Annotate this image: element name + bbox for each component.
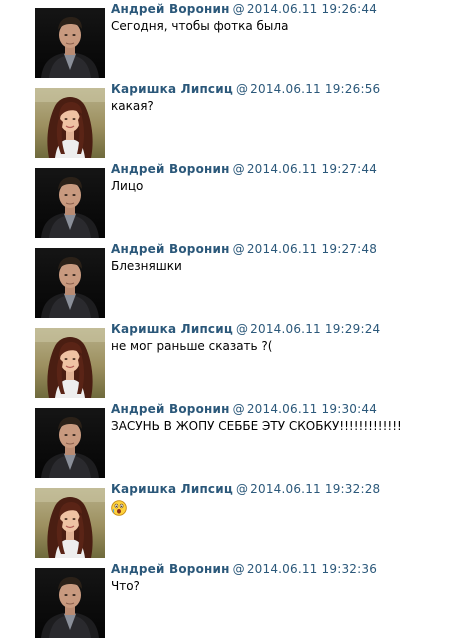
- message-header: Андрей Воронин @2014.06.11 19:32:36: [111, 562, 377, 577]
- author-name-link[interactable]: Андрей Воронин: [111, 242, 230, 256]
- message-timestamp: 2014.06.11 19:32:36: [246, 562, 378, 576]
- at-sign: @: [232, 242, 245, 256]
- message-header: Андрей Воронин @2014.06.11 19:27:44: [111, 162, 377, 177]
- message-text: не мог раньше сказать ?(: [111, 339, 273, 353]
- avatar[interactable]: [35, 328, 105, 398]
- author-name-link[interactable]: Андрей Воронин: [111, 562, 230, 576]
- avatar[interactable]: [35, 8, 105, 78]
- message-header: Каришка Липсиц @2014.06.11 19:29:24: [111, 322, 380, 337]
- message-header: Андрей Воронин @2014.06.11 19:27:48: [111, 242, 377, 257]
- chat-message: Каришка Липсиц @2014.06.11 19:26:56 какая…: [0, 80, 452, 160]
- message-text: Сегодня, чтобы фотка была: [111, 19, 289, 33]
- avatar[interactable]: [35, 488, 105, 558]
- message-header: Каришка Липсиц @2014.06.11 19:26:56: [111, 82, 380, 97]
- man-dark-jacket-photo: [35, 248, 105, 318]
- girl-brown-hair-photo: [35, 328, 105, 398]
- avatar[interactable]: [35, 568, 105, 638]
- message-timestamp: 2014.06.11 19:27:44: [246, 162, 378, 176]
- message-timestamp: 2014.06.11 19:27:48: [246, 242, 378, 256]
- message-timestamp: 2014.06.11 19:29:24: [250, 322, 381, 336]
- chat-log: Андрей Воронин @2014.06.11 19:26:44 Сегод…: [0, 0, 452, 641]
- chat-message: Андрей Воронин @2014.06.11 19:32:36 Что?: [0, 560, 452, 640]
- author-name-link[interactable]: Андрей Воронин: [111, 402, 230, 416]
- message-text: ЗАСУНЬ В ЖОПУ СЕББЕ ЭТУ СКОБКУ!!!!!!!!!!…: [111, 419, 402, 433]
- at-sign: @: [232, 2, 245, 16]
- man-dark-jacket-photo: [35, 568, 105, 638]
- message-text: Лицо: [111, 179, 144, 193]
- message-header: Каришка Липсиц @2014.06.11 19:32:28: [111, 482, 380, 497]
- girl-brown-hair-photo: [35, 488, 105, 558]
- author-name-link[interactable]: Каришка Липсиц: [111, 322, 233, 336]
- author-name-link[interactable]: Андрей Воронин: [111, 162, 230, 176]
- author-name-link[interactable]: Каришка Липсиц: [111, 482, 233, 496]
- message-timestamp: 2014.06.11 19:30:44: [246, 402, 378, 416]
- author-name-link[interactable]: Каришка Липсиц: [111, 82, 233, 96]
- message-timestamp: 2014.06.11 19:26:56: [250, 82, 381, 96]
- at-sign: @: [235, 82, 249, 96]
- man-dark-jacket-photo: [35, 408, 105, 478]
- man-dark-jacket-photo: [35, 8, 105, 78]
- chat-message: Андрей Воронин @2014.06.11 19:30:44 ЗАСУН…: [0, 400, 452, 480]
- author-name-link[interactable]: Андрей Воронин: [111, 2, 230, 16]
- avatar[interactable]: [35, 168, 105, 238]
- message-header: Андрей Воронин @2014.06.11 19:26:44: [111, 2, 377, 17]
- at-sign: @: [235, 322, 249, 336]
- chat-message: Андрей Воронин @2014.06.11 19:27:44 Лицо: [0, 160, 452, 240]
- avatar[interactable]: [35, 88, 105, 158]
- message-timestamp: 2014.06.11 19:32:28: [250, 482, 381, 496]
- at-sign: @: [235, 482, 249, 496]
- message-header: Андрей Воронин @2014.06.11 19:30:44: [111, 402, 377, 417]
- chat-message: Андрей Воронин @2014.06.11 19:27:48 Блезн…: [0, 240, 452, 320]
- chat-message: Андрей Воронин @2014.06.11 19:26:44 Сегод…: [0, 0, 452, 80]
- at-sign: @: [232, 162, 245, 176]
- chat-message: Каришка Липсиц @2014.06.11 19:29:24 не мо…: [0, 320, 452, 400]
- girl-brown-hair-photo: [35, 88, 105, 158]
- message-timestamp: 2014.06.11 19:26:44: [246, 2, 378, 16]
- shocked-emoji-icon: [111, 500, 127, 516]
- message-text: Блезняшки: [111, 259, 182, 273]
- avatar[interactable]: [35, 248, 105, 318]
- man-dark-jacket-photo: [35, 168, 105, 238]
- at-sign: @: [232, 402, 245, 416]
- message-text: Что?: [111, 579, 140, 593]
- chat-message: Каришка Липсиц @2014.06.11 19:32:28: [0, 480, 452, 560]
- message-text: какая?: [111, 99, 154, 113]
- at-sign: @: [232, 562, 245, 576]
- avatar[interactable]: [35, 408, 105, 478]
